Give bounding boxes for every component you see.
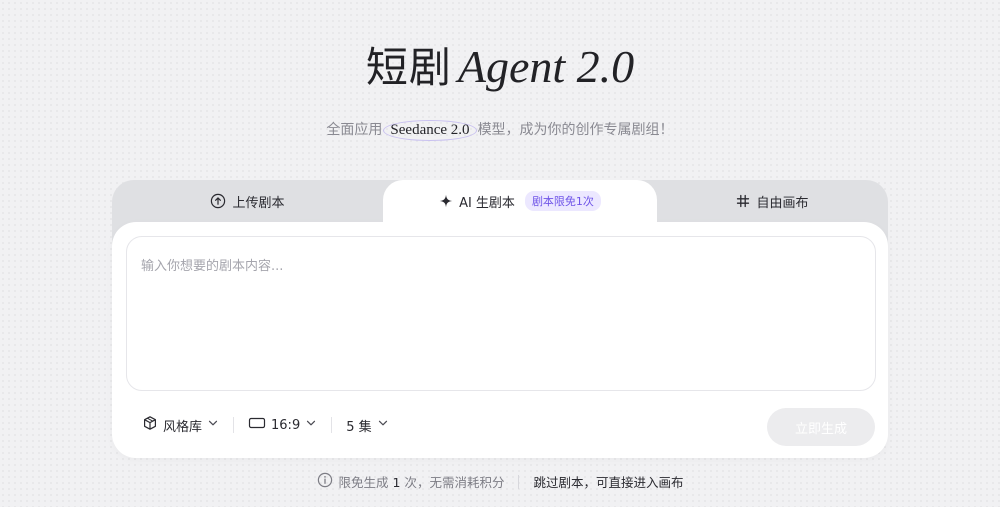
model-highlight: Seedance 2.0 <box>383 120 477 141</box>
style-library-dropdown[interactable]: 风格库 <box>140 415 221 435</box>
sparkle-icon <box>439 194 453 208</box>
title-english: Agent 2.0 <box>457 41 635 92</box>
footer-divider <box>518 474 520 489</box>
free-quota-info: 限免生成 1 次，无需消耗积分 <box>317 472 505 491</box>
toolbar-divider <box>233 417 235 433</box>
tab-label: 自由画布 <box>756 195 809 211</box>
quota-suffix: 次，无需消耗积分 <box>404 475 505 490</box>
cube-icon <box>142 415 158 435</box>
quota-count: 1 <box>392 475 401 490</box>
subtitle: 全面应用 Seedance 2.0 模型，成为你的创作专属剧组！ <box>0 119 1000 141</box>
upload-circle-icon <box>210 193 226 209</box>
script-input-wrapper <box>126 236 876 391</box>
episodes-label: 5 集 <box>346 419 372 435</box>
chevron-down-icon <box>377 417 389 433</box>
toolbar-divider <box>331 417 333 433</box>
chevron-down-icon <box>305 417 317 433</box>
tab-free-canvas[interactable]: 自由画布 <box>657 180 888 222</box>
ratio-label: 16:9 <box>271 417 301 433</box>
title-chinese: 短剧 <box>365 43 452 92</box>
free-trial-badge: 剧本限免1次 <box>524 191 601 211</box>
subtitle-prefix: 全面应用 <box>326 122 383 138</box>
tab-label: AI 生剧本 <box>459 195 515 211</box>
skip-script-link[interactable]: 跳过剧本，可直接进入画布 <box>533 472 683 491</box>
chevron-down-icon <box>207 417 219 433</box>
episodes-dropdown[interactable]: 5 集 <box>344 416 390 435</box>
quota-prefix: 限免生成 <box>338 475 389 490</box>
style-label: 风格库 <box>163 419 203 435</box>
info-icon <box>317 472 333 491</box>
tab-label: 上传剧本 <box>232 195 285 211</box>
aspect-ratio-dropdown[interactable]: 16:9 <box>246 416 319 434</box>
script-input[interactable] <box>127 237 875 390</box>
footer-bar: 限免生成 1 次，无需消耗积分 跳过剧本，可直接进入画布 <box>0 472 1000 491</box>
tab-ai-script[interactable]: AI 生剧本 剧本限免1次 <box>383 180 657 222</box>
tab-upload-script[interactable]: 上传剧本 <box>112 180 383 222</box>
page-title: 短剧 Agent 2.0 <box>0 34 1000 95</box>
subtitle-suffix: 模型，成为你的创作专属剧组！ <box>477 122 674 138</box>
generate-button[interactable]: 立即生成 <box>767 408 875 446</box>
aspect-ratio-icon <box>248 416 266 434</box>
hash-icon <box>736 194 750 208</box>
options-toolbar: 风格库 16:9 5 集 <box>140 412 391 438</box>
